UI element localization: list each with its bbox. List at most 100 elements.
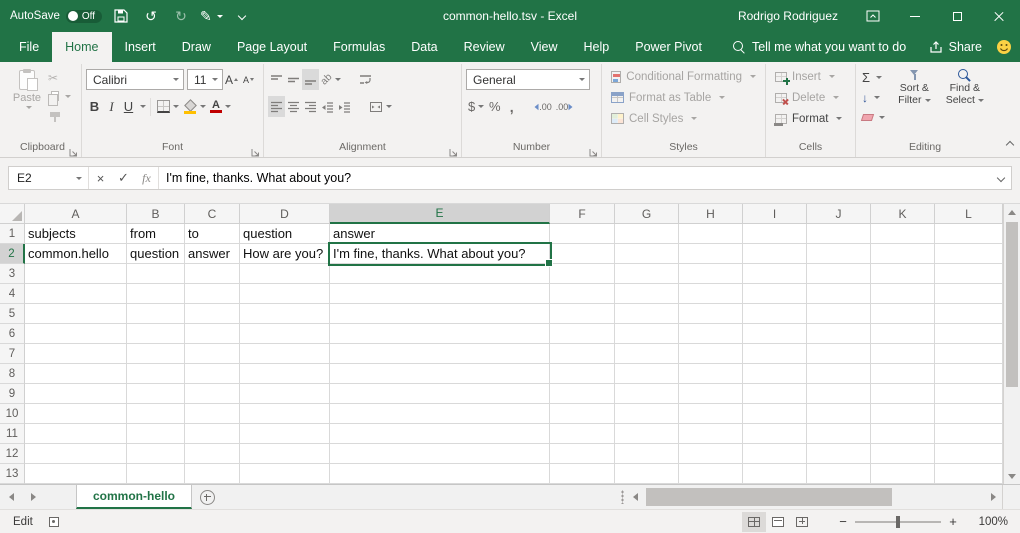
cell-J11[interactable] xyxy=(807,424,871,444)
cell-H3[interactable] xyxy=(679,264,743,284)
cell-L9[interactable] xyxy=(935,384,1003,404)
cell-H7[interactable] xyxy=(679,344,743,364)
top-align-button[interactable] xyxy=(268,69,285,90)
scroll-right-button[interactable] xyxy=(985,485,1002,509)
font-dialog-launcher[interactable] xyxy=(251,144,260,153)
cell-D1[interactable]: question xyxy=(240,224,330,244)
cell-C2[interactable]: answer xyxy=(185,244,240,264)
cell-J2[interactable] xyxy=(807,244,871,264)
cell-L5[interactable] xyxy=(935,304,1003,324)
align-left-button[interactable] xyxy=(268,96,285,117)
cell-F9[interactable] xyxy=(550,384,615,404)
save-button[interactable] xyxy=(110,4,132,28)
cell-D6[interactable] xyxy=(240,324,330,344)
scroll-down-button[interactable] xyxy=(1004,468,1020,484)
column-header-E[interactable]: E xyxy=(330,204,550,224)
underline-dropdown-arrow[interactable] xyxy=(140,105,146,108)
cell-L11[interactable] xyxy=(935,424,1003,444)
cell-D9[interactable] xyxy=(240,384,330,404)
cell-F11[interactable] xyxy=(550,424,615,444)
zoom-in-button[interactable]: + xyxy=(944,514,962,529)
cell-H10[interactable] xyxy=(679,404,743,424)
cell-F3[interactable] xyxy=(550,264,615,284)
cell-L3[interactable] xyxy=(935,264,1003,284)
increase-decimal-button[interactable]: .00 xyxy=(532,96,554,117)
cell-C13[interactable] xyxy=(185,464,240,484)
cell-D8[interactable] xyxy=(240,364,330,384)
column-header-K[interactable]: K xyxy=(871,204,935,224)
bottom-align-button[interactable] xyxy=(302,69,319,90)
number-dialog-launcher[interactable] xyxy=(589,144,598,153)
cell-H1[interactable] xyxy=(679,224,743,244)
cell-B2[interactable]: question xyxy=(127,244,185,264)
cell-G11[interactable] xyxy=(615,424,679,444)
cell-K9[interactable] xyxy=(871,384,935,404)
cell-B7[interactable] xyxy=(127,344,185,364)
cell-I11[interactable] xyxy=(743,424,807,444)
format-as-table-button[interactable]: Format as Table xyxy=(606,87,761,108)
cell-H4[interactable] xyxy=(679,284,743,304)
row-header-8[interactable]: 8 xyxy=(0,364,25,384)
cell-L2[interactable] xyxy=(935,244,1003,264)
clear-button[interactable] xyxy=(860,108,889,127)
column-header-L[interactable]: L xyxy=(935,204,1003,224)
cell-F4[interactable] xyxy=(550,284,615,304)
tab-review[interactable]: Review xyxy=(451,32,518,62)
cell-K3[interactable] xyxy=(871,264,935,284)
cell-C3[interactable] xyxy=(185,264,240,284)
paste-button[interactable]: Paste xyxy=(8,66,46,140)
autosave-toggle[interactable]: AutoSave Off xyxy=(10,10,102,23)
column-header-C[interactable]: C xyxy=(185,204,240,224)
cell-C8[interactable] xyxy=(185,364,240,384)
cell-A13[interactable] xyxy=(25,464,127,484)
cell-D7[interactable] xyxy=(240,344,330,364)
cell-D10[interactable] xyxy=(240,404,330,424)
cell-H6[interactable] xyxy=(679,324,743,344)
scroll-left-button[interactable] xyxy=(627,485,644,509)
tab-help[interactable]: Help xyxy=(571,32,623,62)
alignment-dialog-launcher[interactable] xyxy=(449,144,458,153)
cell-B5[interactable] xyxy=(127,304,185,324)
cell-F10[interactable] xyxy=(550,404,615,424)
align-right-button[interactable] xyxy=(302,96,319,117)
cell-K7[interactable] xyxy=(871,344,935,364)
zoom-level[interactable]: 100% xyxy=(962,516,1008,528)
decrease-decimal-button[interactable]: .00 xyxy=(554,96,576,117)
row-header-5[interactable]: 5 xyxy=(0,304,25,324)
cell-K12[interactable] xyxy=(871,444,935,464)
cell-J13[interactable] xyxy=(807,464,871,484)
sort-filter-button[interactable]: Sort & Filter xyxy=(889,66,939,140)
cell-D5[interactable] xyxy=(240,304,330,324)
conditional-formatting-button[interactable]: Conditional Formatting xyxy=(606,66,761,87)
cell-E11[interactable] xyxy=(330,424,550,444)
cell-A6[interactable] xyxy=(25,324,127,344)
name-box[interactable]: E2 xyxy=(9,167,89,189)
cell-K5[interactable] xyxy=(871,304,935,324)
percent-style-button[interactable]: % xyxy=(486,96,503,117)
tab-view[interactable]: View xyxy=(518,32,571,62)
cell-K2[interactable] xyxy=(871,244,935,264)
cell-C5[interactable] xyxy=(185,304,240,324)
cell-B4[interactable] xyxy=(127,284,185,304)
column-header-I[interactable]: I xyxy=(743,204,807,224)
tab-data[interactable]: Data xyxy=(398,32,450,62)
page-layout-view-button[interactable] xyxy=(766,512,790,532)
cell-B10[interactable] xyxy=(127,404,185,424)
cell-D4[interactable] xyxy=(240,284,330,304)
cell-H12[interactable] xyxy=(679,444,743,464)
normal-view-button[interactable] xyxy=(742,512,766,532)
cell-D3[interactable] xyxy=(240,264,330,284)
find-select-button[interactable]: Find & Select xyxy=(940,66,990,140)
cell-J5[interactable] xyxy=(807,304,871,324)
formula-input[interactable]: I'm fine, thanks. What about you? xyxy=(159,171,991,185)
user-name[interactable]: Rodrigo Rodriguez xyxy=(724,9,852,23)
tab-file[interactable]: File xyxy=(6,32,52,62)
cell-K11[interactable] xyxy=(871,424,935,444)
cell-G4[interactable] xyxy=(615,284,679,304)
cell-F8[interactable] xyxy=(550,364,615,384)
cell-F1[interactable] xyxy=(550,224,615,244)
cell-J9[interactable] xyxy=(807,384,871,404)
underline-button[interactable]: U xyxy=(120,96,137,117)
cell-A12[interactable] xyxy=(25,444,127,464)
cell-G6[interactable] xyxy=(615,324,679,344)
